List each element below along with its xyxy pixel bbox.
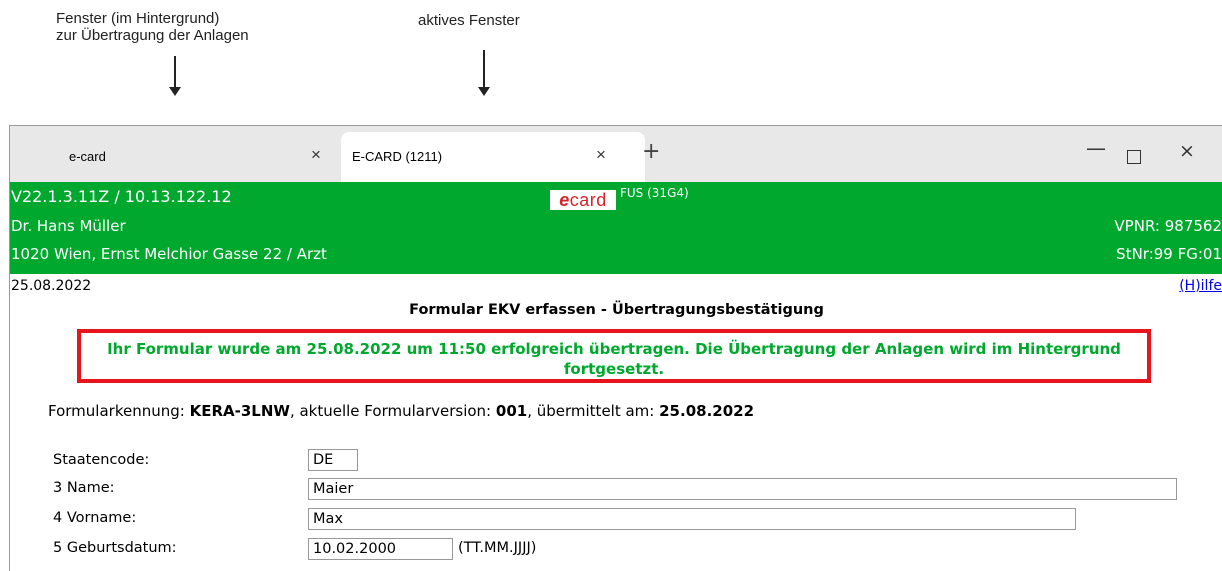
vorname-label: 4 Vorname: <box>53 510 137 526</box>
page-title: Formular EKV erfassen - Übertragungsbest… <box>409 302 824 318</box>
tab-close-icon[interactable]: × <box>311 145 321 165</box>
tab-e-card[interactable]: e-card × <box>10 132 335 182</box>
current-date: 25.08.2022 <box>11 278 92 294</box>
vorname-field[interactable]: Max <box>308 508 1076 530</box>
geburtsdatum-label: 5 Geburtsdatum: <box>53 540 177 556</box>
tab-bar: e-card × E-CARD (1211) × + — × <box>10 126 1222 182</box>
staatencode-label: Staatencode: <box>53 452 150 468</box>
version-text: V22.1.3.11Z / 10.13.122.12 <box>11 187 232 206</box>
vpnr-text: VPNR: 987562 <box>1114 217 1222 235</box>
annotation-left-line2: zur Übertragung der Anlagen <box>56 27 249 44</box>
name-field[interactable]: Maier <box>308 478 1177 500</box>
down-arrow-icon <box>477 50 491 100</box>
tab-close-icon[interactable]: × <box>596 145 606 165</box>
minimize-icon[interactable]: — <box>1086 136 1106 160</box>
geburtsdatum-field[interactable]: 10.02.2000 <box>308 538 453 560</box>
doctor-address: 1020 Wien, Ernst Melchior Gasse 22 / Arz… <box>11 245 327 263</box>
success-message: Ihr Formular wurde am 25.08.2022 um 11:5… <box>77 329 1151 383</box>
browser-window: e-card × E-CARD (1211) × + — × V22.1.3.1… <box>9 125 1222 571</box>
ecard-header: V22.1.3.11Z / 10.13.122.12 ecard FUS (31… <box>10 182 1222 274</box>
form-identification: Formularkennung: KERA-3LNW, aktuelle For… <box>48 402 755 420</box>
annotation-background-window: Fenster (im Hintergrund) zur Übertragung… <box>56 10 249 44</box>
help-link[interactable]: (H)ilfe <box>1179 278 1222 294</box>
fus-text: FUS (31G4) <box>620 186 689 200</box>
name-label: 3 Name: <box>53 480 115 496</box>
annotation-active-window: aktives Fenster <box>418 12 520 29</box>
maximize-icon[interactable] <box>1127 150 1141 164</box>
new-tab-icon[interactable]: + <box>642 139 660 164</box>
staatencode-field[interactable]: DE <box>308 449 358 471</box>
date-format-hint: (TT.MM.JJJJ) <box>458 540 537 556</box>
close-window-icon[interactable]: × <box>1179 140 1195 162</box>
annotation-left-line1: Fenster (im Hintergrund) <box>56 10 220 27</box>
ecard-logo: ecard <box>550 190 616 210</box>
submission-date: 25.08.2022 <box>659 402 755 420</box>
down-arrow-icon <box>168 56 182 100</box>
form-version: 001 <box>495 402 528 420</box>
form-id: KERA-3LNW <box>189 402 290 420</box>
tab-e-card-1211[interactable]: E-CARD (1211) × <box>341 132 645 182</box>
tab-title: e-card <box>69 149 106 164</box>
tab-title: E-CARD (1211) <box>352 149 443 164</box>
doctor-name: Dr. Hans Müller <box>11 217 126 235</box>
stnr-text: StNr:99 FG:01 <box>1116 245 1222 263</box>
